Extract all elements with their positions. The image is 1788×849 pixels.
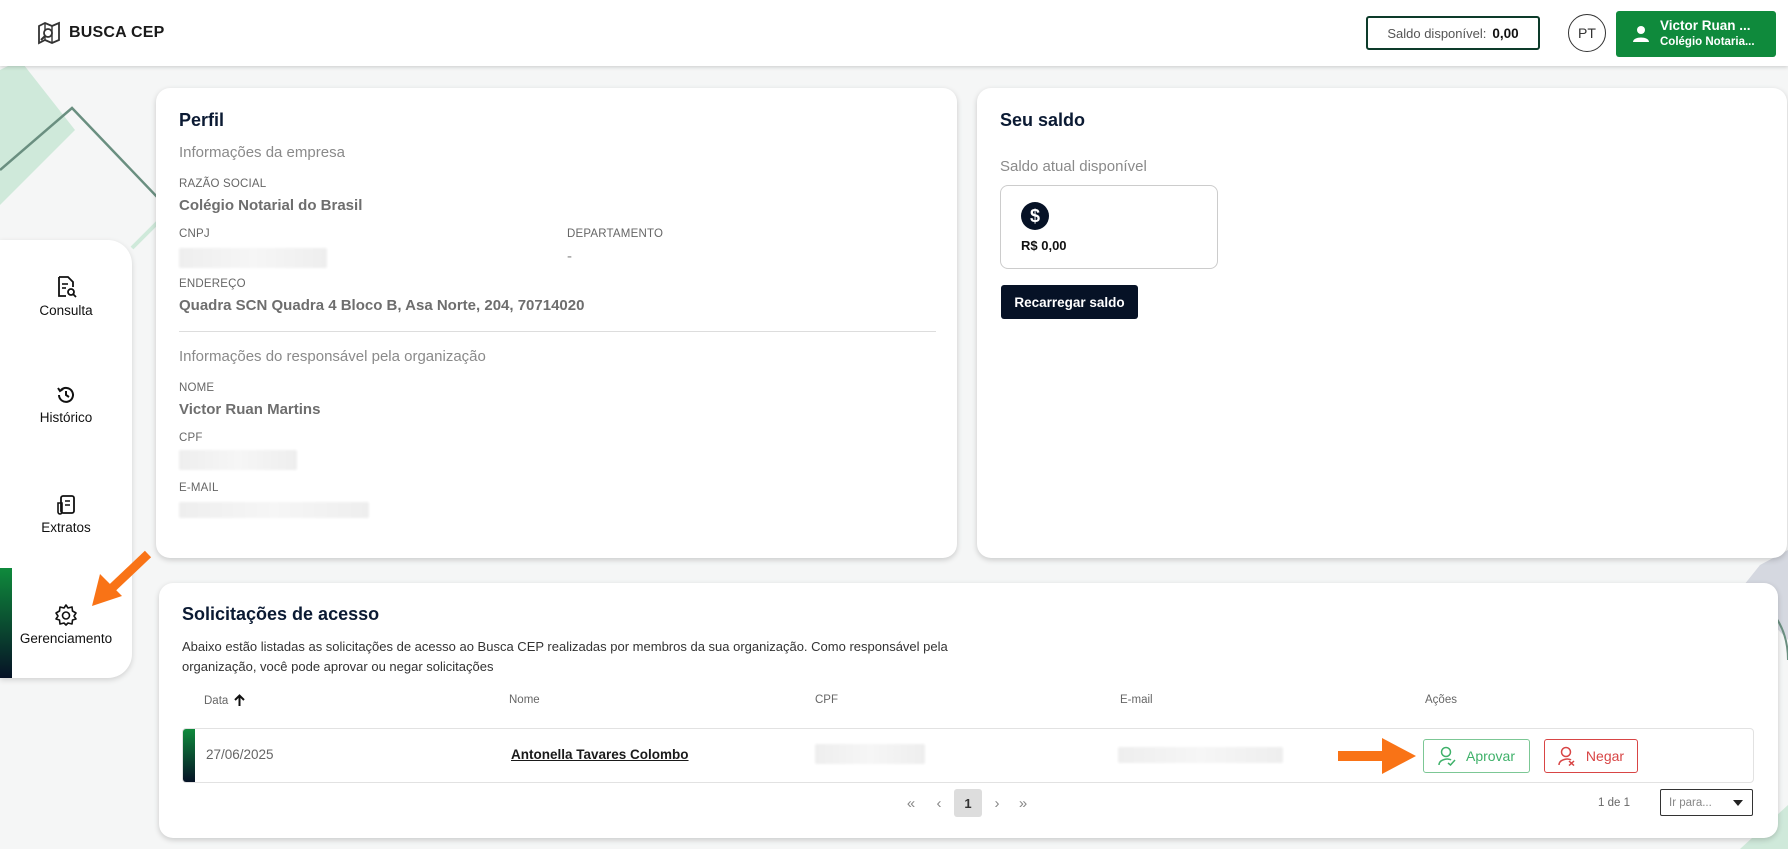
email-value-redacted xyxy=(179,502,369,518)
document-search-icon xyxy=(58,275,77,298)
deny-button[interactable]: Negar xyxy=(1544,739,1638,773)
column-header-data[interactable]: Data xyxy=(204,694,246,707)
balance-label: Saldo disponível: xyxy=(1387,25,1487,41)
sidebar-item-consulta[interactable]: Consulta xyxy=(0,250,132,342)
user-remove-icon xyxy=(1558,746,1575,766)
user-name: Victor Ruan ... xyxy=(1660,18,1751,33)
balance-display: $ R$ 0,00 xyxy=(1000,185,1218,269)
first-page-button[interactable]: « xyxy=(900,791,922,815)
balance-subtitle: Saldo atual disponível xyxy=(1000,158,1147,175)
app-logo[interactable]: BUSCA CEP xyxy=(36,20,164,46)
user-check-icon xyxy=(1438,746,1456,766)
cpf-value-redacted xyxy=(179,450,297,470)
annotation-arrow-icon xyxy=(1338,738,1416,774)
annotation-arrow-icon xyxy=(92,550,152,606)
gear-icon xyxy=(55,603,77,626)
sidebar-item-label: Extratos xyxy=(41,519,91,535)
user-icon xyxy=(1633,26,1649,42)
arrow-up-icon xyxy=(234,694,246,706)
sidebar-item-extratos[interactable]: Extratos xyxy=(0,468,132,560)
current-page-button[interactable]: 1 xyxy=(954,789,982,817)
user-menu-button[interactable]: Victor Ruan ... Colégio Notaria... xyxy=(1616,11,1776,57)
goto-page-placeholder: Ir para... xyxy=(1669,796,1712,809)
dollar-icon: $ xyxy=(1021,202,1049,230)
cnpj-value-redacted xyxy=(179,248,327,268)
nome-value: Victor Ruan Martins xyxy=(179,401,321,418)
page-info: 1 de 1 xyxy=(1598,797,1630,809)
profile-card: Perfil Informações da empresa RAZÃO SOCI… xyxy=(156,88,957,558)
row-date: 27/06/2025 xyxy=(206,747,274,762)
next-page-button[interactable]: › xyxy=(986,791,1008,815)
language-selector[interactable]: PT xyxy=(1568,14,1606,52)
goto-page-select[interactable]: Ir para... xyxy=(1660,789,1753,816)
departamento-label: DEPARTAMENTO xyxy=(567,228,664,240)
nome-label: NOME xyxy=(179,382,215,394)
approve-button[interactable]: Aprovar xyxy=(1423,739,1530,773)
row-cpf-redacted xyxy=(815,744,925,764)
previous-page-button[interactable]: ‹ xyxy=(928,791,950,815)
history-icon xyxy=(57,386,74,403)
company-section-title: Informações da empresa xyxy=(179,144,345,161)
departamento-value: - xyxy=(567,248,572,265)
approve-label: Aprovar xyxy=(1465,748,1516,764)
access-requests-description: Abaixo estão listadas as solicitações de… xyxy=(182,639,948,674)
table-row: 27/06/2025 Antonella Tavares Colombo Apr… xyxy=(182,728,1754,783)
sidebar-item-label: Histórico xyxy=(39,409,93,425)
sidebar-item-label: Gerenciamento xyxy=(19,630,113,646)
row-accent-bar xyxy=(183,729,195,782)
column-header-acoes: Ações xyxy=(1425,694,1457,706)
app-name: BUSCA CEP xyxy=(69,24,165,41)
balance-amount: R$ 0,00 xyxy=(1021,238,1067,253)
column-label: Data xyxy=(204,694,229,707)
endereco-value: Quadra SCN Quadra 4 Bloco B, Asa Norte, … xyxy=(179,297,585,314)
sidebar-item-label: Consulta xyxy=(39,302,93,318)
razao-social-label: RAZÃO SOCIAL xyxy=(179,178,267,190)
access-requests-title: Solicitações de acesso xyxy=(182,604,380,624)
profile-title: Perfil xyxy=(179,110,225,130)
balance-indicator[interactable]: Saldo disponível: 0,00 xyxy=(1366,16,1540,50)
row-email-redacted xyxy=(1118,747,1283,763)
last-page-button[interactable]: » xyxy=(1012,791,1034,815)
sidebar-active-indicator xyxy=(0,568,12,678)
balance-value: 0,00 xyxy=(1492,25,1519,41)
caret-down-icon xyxy=(1733,799,1743,806)
sidebar: Consulta Histórico Extratos Gerenciament… xyxy=(0,240,132,678)
svg-text:$: $ xyxy=(1030,206,1040,226)
recharge-balance-button[interactable]: Recarregar saldo xyxy=(1001,285,1138,319)
column-header-cpf: CPF xyxy=(815,694,838,706)
column-header-email: E-mail xyxy=(1120,694,1153,706)
email-label: E-MAIL xyxy=(179,482,219,494)
balance-card: Seu saldo Saldo atual disponível $ R$ 0,… xyxy=(977,88,1787,558)
user-organization: Colégio Notaria... xyxy=(1660,36,1755,48)
responsavel-section-title: Informações do responsável pela organiza… xyxy=(179,348,486,365)
sidebar-item-historico[interactable]: Histórico xyxy=(0,358,132,450)
section-divider xyxy=(179,331,936,332)
requester-name-link[interactable]: Antonella Tavares Colombo xyxy=(511,747,689,762)
column-header-nome: Nome xyxy=(509,694,540,706)
cpf-label: CPF xyxy=(179,432,203,444)
map-search-icon xyxy=(38,21,60,45)
endereco-label: ENDEREÇO xyxy=(179,278,246,290)
cnpj-label: CNPJ xyxy=(179,228,210,240)
receipt-icon xyxy=(57,494,75,515)
deny-label: Negar xyxy=(1585,748,1625,764)
razao-social-value: Colégio Notarial do Brasil xyxy=(179,197,363,214)
balance-title: Seu saldo xyxy=(1000,110,1086,130)
top-bar: BUSCA CEP Saldo disponível: 0,00 PT Vict… xyxy=(0,0,1788,66)
